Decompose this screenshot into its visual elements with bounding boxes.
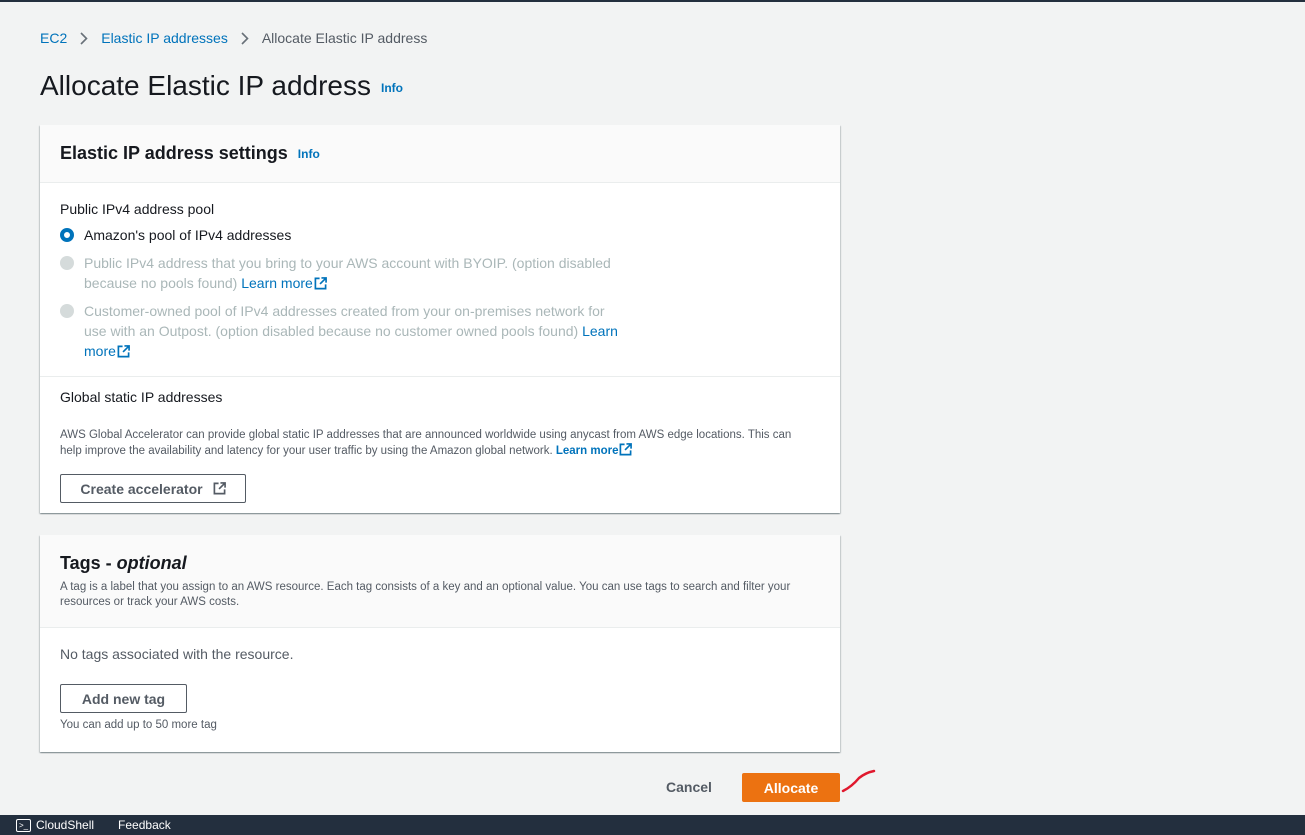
pool-label: Public IPv4 address pool xyxy=(60,201,215,217)
tags-title-text: Tags - xyxy=(60,553,117,573)
tags-header: Tags - optional A tag is a label that yo… xyxy=(40,535,840,628)
pool-option-text: Public IPv4 address that you bring to yo… xyxy=(84,255,611,291)
breadcrumb: EC2 Elastic IP addresses Allocate Elasti… xyxy=(40,30,427,46)
global-ip-description: AWS Global Accelerator can provide globa… xyxy=(60,427,815,459)
tags-title: Tags - optional xyxy=(60,553,820,574)
console-footer: >_ CloudShell Feedback xyxy=(0,815,1305,835)
add-new-tag-button[interactable]: Add new tag xyxy=(60,684,187,713)
pool-option-amazon[interactable]: Amazon's pool of IPv4 addresses xyxy=(60,225,820,245)
chevron-right-icon xyxy=(67,31,101,45)
terminal-icon: >_ xyxy=(16,818,31,832)
breadcrumb-current: Allocate Elastic IP address xyxy=(261,30,428,46)
learn-more-text: Learn more xyxy=(555,445,619,457)
cancel-button[interactable]: Cancel xyxy=(655,772,723,802)
global-ip-label: Global static IP addresses xyxy=(60,389,223,405)
pool-option-byoip: Public IPv4 address that you bring to yo… xyxy=(60,253,820,293)
radio-disabled xyxy=(60,256,74,270)
settings-title-text: Elastic IP address settings xyxy=(60,143,288,163)
global-ip-desc-text: AWS Global Accelerator can provide globa… xyxy=(60,429,792,457)
top-border xyxy=(0,0,1305,2)
learn-more-text: Learn more xyxy=(241,275,313,291)
settings-info-link[interactable]: Info xyxy=(298,147,320,161)
page-title: Allocate Elastic IP address Info xyxy=(40,70,403,102)
external-link-icon xyxy=(213,482,226,495)
radio-checked[interactable] xyxy=(60,228,74,242)
breadcrumb-elastic-ips[interactable]: Elastic IP addresses xyxy=(101,30,228,46)
pool-section: Public IPv4 address pool Amazon's pool o… xyxy=(40,183,840,361)
pen-annotation-mark xyxy=(841,769,876,793)
external-link-icon xyxy=(314,277,327,290)
chevron-right-icon xyxy=(228,31,262,45)
settings-title: Elastic IP address settings Info xyxy=(60,143,320,164)
pool-option-customer-owned: Customer-owned pool of IPv4 addresses cr… xyxy=(60,301,820,361)
page-title-text: Allocate Elastic IP address xyxy=(40,70,371,101)
settings-header: Elastic IP address settings Info xyxy=(40,125,840,183)
learn-more-link[interactable]: Learn more xyxy=(241,275,327,291)
pool-option-label: Amazon's pool of IPv4 addresses xyxy=(84,227,292,243)
cloudshell-button[interactable]: >_ CloudShell xyxy=(16,818,94,832)
feedback-link[interactable]: Feedback xyxy=(118,818,171,832)
page-info-link[interactable]: Info xyxy=(381,81,403,95)
create-accelerator-label: Create accelerator xyxy=(80,480,203,497)
tag-limit-hint: You can add up to 50 more tag xyxy=(60,719,217,731)
global-ip-section: Global static IP addresses AWS Global Ac… xyxy=(40,377,840,459)
external-link-icon xyxy=(117,345,130,358)
pool-option-label: Customer-owned pool of IPv4 addresses cr… xyxy=(84,301,624,361)
pool-option-text: Customer-owned pool of IPv4 addresses cr… xyxy=(84,303,605,339)
tags-description: A tag is a label that you assign to an A… xyxy=(60,581,791,608)
pool-option-label: Public IPv4 address that you bring to yo… xyxy=(84,253,624,293)
radio-disabled xyxy=(60,304,74,318)
learn-more-link[interactable]: Learn more xyxy=(555,443,633,457)
tags-panel: Tags - optional A tag is a label that yo… xyxy=(40,535,840,752)
breadcrumb-ec2[interactable]: EC2 xyxy=(40,30,67,46)
create-accelerator-button[interactable]: Create accelerator xyxy=(60,474,246,503)
elastic-ip-settings-panel: Elastic IP address settings Info Public I… xyxy=(40,125,840,513)
no-tags-message: No tags associated with the resource. xyxy=(60,646,294,662)
allocate-button[interactable]: Allocate xyxy=(742,773,840,802)
external-link-icon xyxy=(620,443,633,456)
cloudshell-label: CloudShell xyxy=(36,818,95,832)
tags-optional: optional xyxy=(116,553,187,573)
